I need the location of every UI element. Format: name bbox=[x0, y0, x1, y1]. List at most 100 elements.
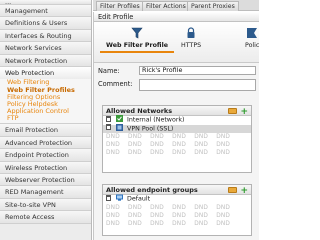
dnd-label: DND bbox=[172, 134, 187, 140]
nav-item-webserver-protection[interactable]: Webserver Protection bbox=[0, 174, 91, 187]
drop-zone[interactable]: DND DND DND DND DND DND bbox=[103, 212, 251, 220]
allowed-networks-box: Allowed Networks + Internal (Network) VP… bbox=[102, 105, 252, 173]
main-navigation: ... Management Definitions & Users Inter… bbox=[0, 0, 92, 240]
nav-item-red-management[interactable]: RED Management bbox=[0, 186, 91, 199]
drop-zone[interactable]: DND DND DND DND DND DND bbox=[103, 220, 251, 228]
folder-icon[interactable] bbox=[228, 108, 238, 114]
folder-icon[interactable] bbox=[228, 187, 238, 193]
nav-item-email-protection[interactable]: Email Protection bbox=[0, 124, 91, 137]
nav-sub-ftp[interactable]: FTP bbox=[0, 115, 91, 123]
drop-zone[interactable]: DND DND DND DND DND DND bbox=[103, 149, 251, 157]
dnd-label: DND bbox=[194, 212, 209, 219]
dnd-label: DND bbox=[150, 220, 164, 227]
tab-bar: Filter Profiles Filter Actions Parent Pr… bbox=[93, 0, 259, 11]
policy-icon bbox=[247, 28, 258, 38]
box-actions: + bbox=[228, 107, 248, 117]
nav-item-label: Management bbox=[5, 7, 48, 15]
dnd-label: DND bbox=[106, 204, 120, 211]
nav-item-label: Network Protection bbox=[5, 56, 68, 65]
nav-item-label: Wireless Protection bbox=[5, 163, 68, 172]
dnd-label: DND bbox=[216, 212, 231, 219]
dnd-label: DND bbox=[216, 150, 231, 156]
dnd-label: DND bbox=[172, 150, 187, 156]
list-item-label: Internal (Network) bbox=[127, 116, 185, 124]
comment-field[interactable] bbox=[139, 79, 256, 91]
dnd-label: DND bbox=[128, 220, 142, 227]
dnd-label: DND bbox=[150, 150, 164, 156]
nav-item-label: Email Protection bbox=[5, 126, 58, 135]
nav-item-label: Web Protection bbox=[5, 68, 55, 77]
nav-item-interfaces-routing[interactable]: Interfaces & Routing bbox=[0, 29, 91, 43]
add-icon[interactable]: + bbox=[240, 108, 248, 117]
filter-funnel-icon bbox=[131, 27, 143, 39]
nav-item-label: RED Management bbox=[5, 188, 64, 197]
dnd-label: DND bbox=[106, 212, 120, 219]
drop-zone[interactable]: DND DND DND DND DND DND bbox=[103, 133, 251, 141]
dnd-label: DND bbox=[172, 220, 187, 227]
dnd-label: DND bbox=[150, 142, 164, 148]
list-item-label: Default bbox=[127, 195, 151, 203]
nav-item-label: Interfaces & Routing bbox=[5, 31, 72, 40]
dnd-label: DND bbox=[150, 212, 164, 219]
nav-item-label: Remote Access bbox=[5, 213, 55, 222]
nav-item-label: Advanced Protection bbox=[5, 138, 73, 147]
dnd-label: DND bbox=[194, 204, 209, 211]
dnd-label: DND bbox=[150, 204, 164, 211]
trash-icon[interactable] bbox=[106, 115, 111, 122]
nav-item-advanced-protection[interactable]: Advanced Protection bbox=[0, 136, 91, 150]
allowed-networks-header: Allowed Networks + bbox=[103, 106, 251, 117]
tool-label: Web Filter Profile bbox=[106, 42, 169, 49]
nav-item-endpoint-protection[interactable]: Endpoint Protection bbox=[0, 149, 91, 162]
nav-item-network-protection[interactable]: Network Protection bbox=[0, 54, 91, 67]
dnd-label: DND bbox=[194, 220, 209, 227]
dnd-label: DND bbox=[172, 204, 187, 211]
nav-item-remote-access[interactable]: Remote Access bbox=[0, 211, 91, 224]
nav-item-definitions-users[interactable]: Definitions & Users bbox=[0, 17, 91, 30]
dnd-label: DND bbox=[150, 134, 164, 140]
nav-item-wireless-protection[interactable]: Wireless Protection bbox=[0, 161, 91, 175]
allowed-endpoint-groups-header: Allowed endpoint groups + bbox=[103, 185, 251, 196]
add-icon[interactable]: + bbox=[240, 187, 248, 196]
name-field[interactable]: Rick's Profile bbox=[139, 66, 256, 75]
nav-item-label: Endpoint Protection bbox=[5, 151, 69, 160]
drop-zone[interactable]: DND DND DND DND DND DND bbox=[103, 204, 251, 212]
list-item[interactable]: VPN Pool (SSL) bbox=[103, 123, 251, 133]
nav-subgroup-web-protection: Web Filtering Web Filter Profiles Filter… bbox=[0, 79, 91, 125]
profile-toolbar: Web Filter Profile HTTPS Polic bbox=[94, 22, 259, 63]
tool-web-filter-profile[interactable]: Web Filter Profile bbox=[100, 27, 175, 53]
dnd-label: DND bbox=[194, 134, 209, 140]
trash-icon[interactable] bbox=[106, 194, 111, 201]
tool-policies[interactable]: Polic bbox=[245, 27, 259, 49]
nav-item-site-to-site-vpn[interactable]: Site-to-site VPN bbox=[0, 198, 91, 212]
tool-label: HTTPS bbox=[181, 42, 202, 49]
dnd-label: DND bbox=[172, 142, 187, 148]
tab-parent-proxies[interactable]: Parent Proxies bbox=[187, 1, 239, 11]
nav-item-network-services[interactable]: Network Services bbox=[0, 42, 91, 55]
nav-item-label: Site-to-site VPN bbox=[5, 200, 56, 209]
dnd-label: DND bbox=[194, 150, 209, 156]
lock-icon bbox=[187, 27, 195, 38]
dnd-label: DND bbox=[216, 204, 231, 211]
box-title: Allowed endpoint groups bbox=[106, 186, 198, 194]
nav-item-management[interactable]: Management bbox=[0, 5, 91, 18]
nav-item-label: Network Services bbox=[5, 44, 62, 53]
drop-zone[interactable]: DND DND DND DND DND DND bbox=[103, 141, 251, 149]
box-title: Allowed Networks bbox=[106, 107, 173, 115]
dnd-label: DND bbox=[128, 212, 142, 219]
tab-filter-profiles[interactable]: Filter Profiles bbox=[96, 1, 144, 11]
tool-https[interactable]: HTTPS bbox=[181, 27, 201, 49]
box-actions: + bbox=[228, 186, 248, 196]
dnd-label: DND bbox=[216, 220, 231, 227]
dnd-label: DND bbox=[106, 142, 120, 148]
active-tab-indicator bbox=[100, 51, 175, 53]
trash-icon[interactable] bbox=[106, 124, 111, 130]
vpn-pool-icon bbox=[116, 123, 124, 131]
dnd-label: DND bbox=[106, 134, 120, 140]
tab-filter-actions[interactable]: Filter Actions bbox=[142, 1, 190, 11]
dnd-label: DND bbox=[128, 142, 142, 148]
endpoint-group-icon bbox=[116, 194, 124, 201]
comment-label: Comment: bbox=[98, 80, 133, 88]
list-item[interactable]: Default bbox=[103, 194, 251, 204]
list-item-label: VPN Pool (SSL) bbox=[127, 125, 174, 132]
list-item[interactable]: Internal (Network) bbox=[103, 115, 251, 125]
